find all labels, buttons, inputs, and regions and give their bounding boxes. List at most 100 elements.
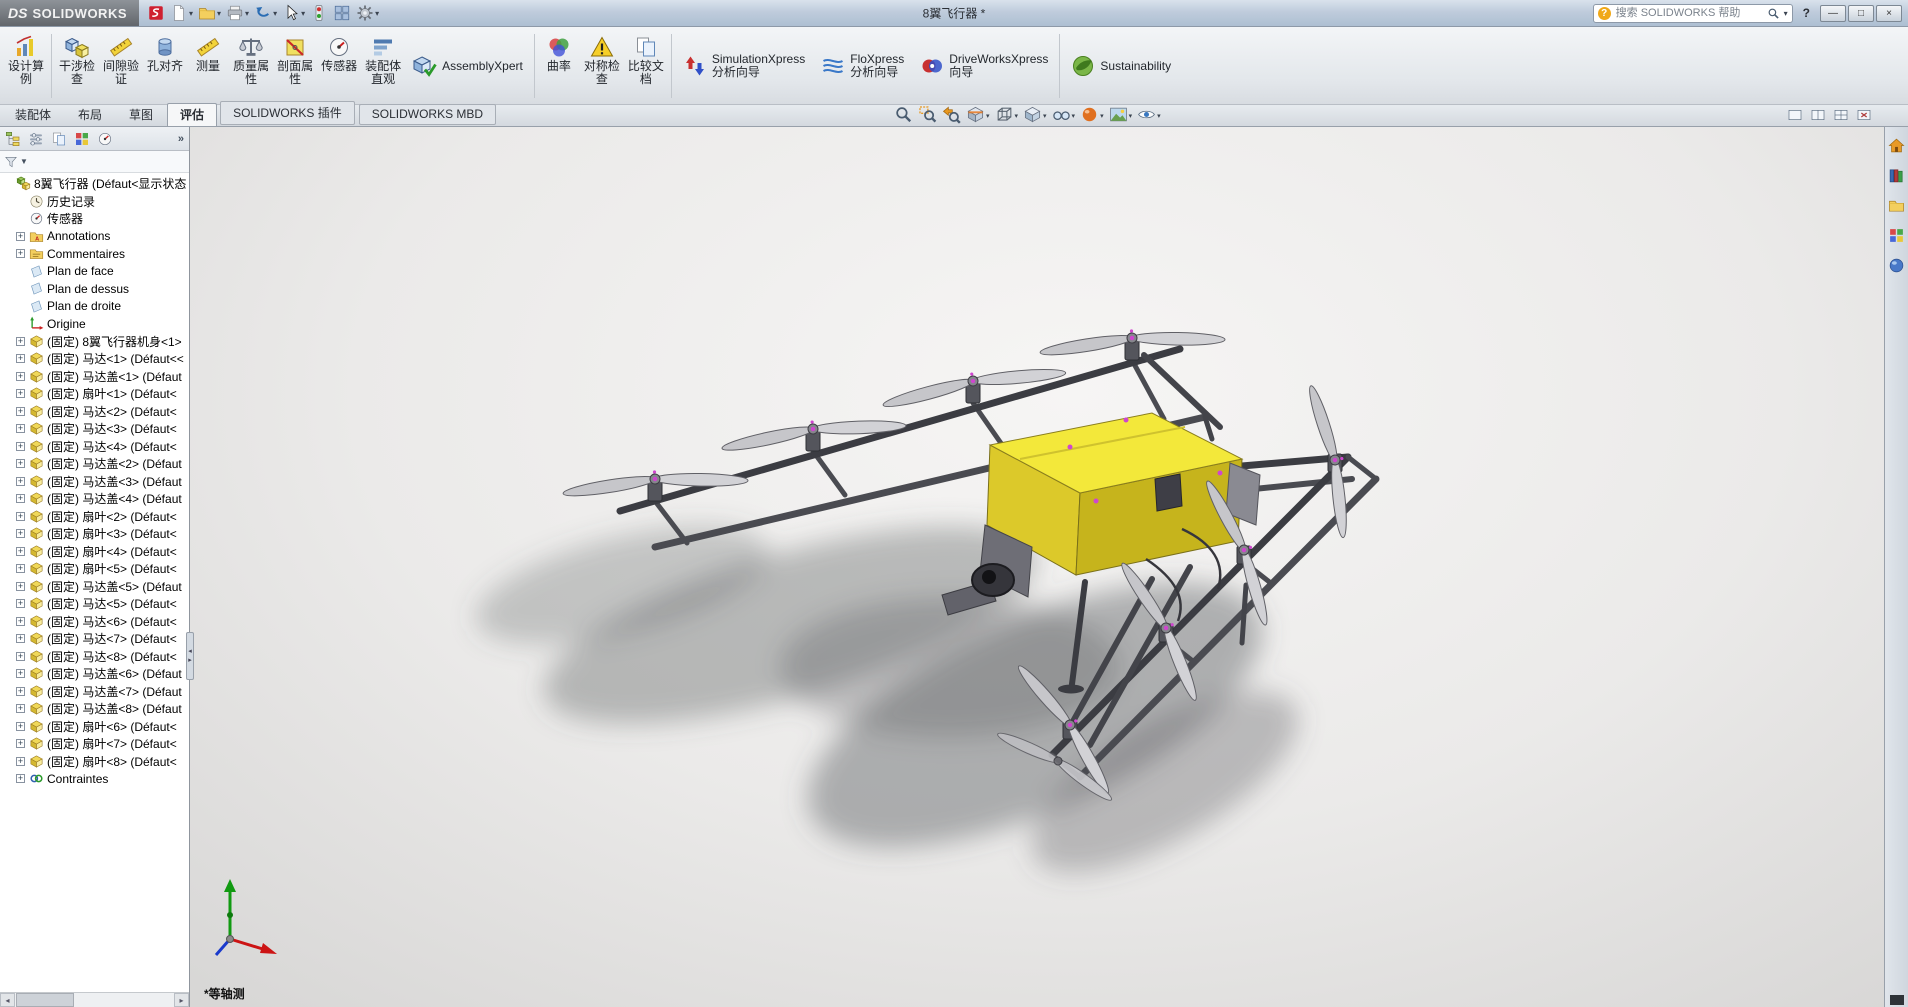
hide-show-items-button[interactable]: ▾ bbox=[1050, 105, 1078, 127]
help-button[interactable]: ? bbox=[1799, 6, 1814, 20]
expand-toggle[interactable]: + bbox=[16, 599, 25, 609]
view-settings-caret[interactable]: ▾ bbox=[1157, 112, 1161, 120]
graphics-viewport[interactable]: *等轴测 bbox=[190, 127, 1884, 1007]
expand-toggle[interactable]: + bbox=[16, 581, 25, 591]
open-document-dropdown-caret[interactable]: ▾ bbox=[217, 9, 221, 18]
undo-button[interactable]: ▾ bbox=[252, 3, 279, 23]
search-box[interactable]: ? ▾ bbox=[1592, 3, 1793, 23]
expand-toggle[interactable]: + bbox=[16, 459, 25, 469]
close-group-button[interactable] bbox=[1854, 107, 1874, 126]
expand-toggle[interactable]: + bbox=[16, 774, 25, 784]
expand-toggle[interactable]: + bbox=[16, 441, 25, 451]
expand-toggle[interactable]: + bbox=[16, 616, 25, 626]
design-library-button[interactable] bbox=[1887, 165, 1907, 185]
search-input[interactable] bbox=[1613, 6, 1764, 20]
tree-item[interactable]: Origine bbox=[0, 315, 189, 333]
expand-toggle[interactable]: + bbox=[16, 494, 25, 504]
expand-toggle[interactable]: + bbox=[16, 546, 25, 556]
display-style-caret[interactable]: ▾ bbox=[1043, 112, 1047, 120]
viewport-single-button[interactable] bbox=[1785, 107, 1805, 126]
simulationxpress-wizard-button[interactable]: SimulationXpress 分析向导 bbox=[675, 30, 813, 102]
compare-documents-button[interactable]: 比较文 档 bbox=[624, 30, 668, 102]
symmetry-check-button[interactable]: 对称检 查 bbox=[580, 30, 624, 102]
tree-item[interactable]: Plan de dessus bbox=[0, 280, 189, 298]
tree-item[interactable]: + (固定) 扇叶<5> (Défaut< bbox=[0, 560, 189, 578]
options-dropdown-caret[interactable]: ▾ bbox=[375, 9, 379, 18]
expand-panel-chevrons[interactable]: » bbox=[178, 133, 186, 145]
expand-toggle[interactable]: + bbox=[16, 669, 25, 679]
drone-body[interactable] bbox=[941, 412, 1261, 616]
command-tab[interactable]: SOLIDWORKS 插件 bbox=[220, 101, 355, 125]
select-dropdown-caret[interactable]: ▾ bbox=[301, 9, 305, 18]
tree-item[interactable]: + (固定) 扇叶<8> (Défaut< bbox=[0, 753, 189, 771]
previous-view-button[interactable] bbox=[940, 105, 963, 127]
viewport-two-button[interactable] bbox=[1808, 107, 1828, 126]
tree-item[interactable]: + (固定) 马达盖<6> (Défaut bbox=[0, 665, 189, 683]
tree-item[interactable]: + (固定) 马达<3> (Défaut< bbox=[0, 420, 189, 438]
tree-item[interactable]: Plan de droite bbox=[0, 298, 189, 316]
file-properties-button[interactable] bbox=[331, 3, 353, 23]
tree-item[interactable]: + (固定) 马达盖<4> (Défaut bbox=[0, 490, 189, 508]
tree-item[interactable]: + A Annotations bbox=[0, 228, 189, 246]
tree-item[interactable]: Plan de face bbox=[0, 263, 189, 281]
propertymanager-tab[interactable] bbox=[26, 129, 46, 149]
tree-item[interactable]: + (固定) 扇叶<4> (Défaut< bbox=[0, 543, 189, 561]
driveworksxpress-wizard-button[interactable]: DriveWorksXpress 向导 bbox=[912, 30, 1056, 102]
tree-item[interactable]: + (固定) 马达<5> (Défaut< bbox=[0, 595, 189, 613]
tree-item[interactable]: 历史记录 bbox=[0, 193, 189, 211]
tree-item[interactable]: + (固定) 扇叶<1> (Défaut< bbox=[0, 385, 189, 403]
edit-appearance-caret[interactable]: ▾ bbox=[1100, 112, 1104, 120]
interference-check-button[interactable]: 干涉检 查 bbox=[55, 30, 99, 102]
view-settings-button[interactable]: ▾ bbox=[1135, 105, 1163, 127]
print-dropdown-caret[interactable]: ▾ bbox=[245, 9, 249, 18]
expand-toggle[interactable]: + bbox=[16, 721, 25, 731]
command-tab[interactable]: 评估 bbox=[167, 103, 218, 126]
expand-toggle[interactable]: + bbox=[16, 704, 25, 714]
expand-toggle[interactable]: + bbox=[16, 756, 25, 766]
new-document-dropdown-caret[interactable]: ▾ bbox=[189, 9, 193, 18]
hide-show-items-caret[interactable]: ▾ bbox=[1072, 112, 1076, 120]
tree-item[interactable]: + (固定) 马达<8> (Défaut< bbox=[0, 648, 189, 666]
tree-item[interactable]: + (固定) 马达<1> (Défaut<< bbox=[0, 350, 189, 368]
solidworks-resources-button[interactable] bbox=[1887, 135, 1907, 155]
tree-item[interactable]: + (固定) 马达盖<1> (Défaut bbox=[0, 368, 189, 386]
hole-alignment-button[interactable]: 孔对齐 bbox=[143, 30, 187, 102]
tree-item[interactable]: + (固定) 扇叶<2> (Défaut< bbox=[0, 508, 189, 526]
expand-toggle[interactable]: + bbox=[16, 651, 25, 661]
expand-toggle[interactable]: + bbox=[16, 371, 25, 381]
edit-appearance-button[interactable]: ▾ bbox=[1078, 105, 1106, 127]
expand-toggle[interactable]: + bbox=[16, 564, 25, 574]
tree-item[interactable]: 传感器 bbox=[0, 210, 189, 228]
tree-item[interactable]: 8翼飞行器 (Défaut<显示状态 bbox=[0, 175, 189, 193]
section-view-button[interactable]: ▾ bbox=[964, 105, 992, 127]
options-button[interactable]: ▾ bbox=[354, 3, 381, 23]
expand-toggle[interactable]: + bbox=[16, 231, 25, 241]
tree-item[interactable]: + (固定) 8翼飞行器机身<1> bbox=[0, 333, 189, 351]
curvature-button[interactable]: 曲率 bbox=[538, 30, 580, 102]
search-dropdown-caret[interactable]: ▾ bbox=[1784, 9, 1788, 18]
tree-item[interactable]: + (固定) 马达盖<5> (Défaut bbox=[0, 578, 189, 596]
measure-button[interactable]: 测量 bbox=[187, 30, 229, 102]
drone-model[interactable] bbox=[190, 127, 1884, 1007]
select-button[interactable]: ▾ bbox=[280, 3, 307, 23]
expand-toggle[interactable]: + bbox=[16, 529, 25, 539]
expand-toggle[interactable]: + bbox=[16, 634, 25, 644]
tree-item[interactable]: + Contraintes bbox=[0, 770, 189, 788]
expand-toggle[interactable]: + bbox=[16, 686, 25, 696]
expand-toggle[interactable]: + bbox=[16, 249, 25, 259]
maximize-button[interactable]: □ bbox=[1848, 4, 1874, 22]
tree-item[interactable]: + (固定) 马达<6> (Défaut< bbox=[0, 613, 189, 631]
new-document-button[interactable]: ▾ bbox=[168, 3, 195, 23]
command-tab[interactable]: SOLIDWORKS MBD bbox=[358, 104, 497, 125]
design-study-button[interactable]: 设计算 例 bbox=[4, 30, 48, 102]
view-orientation-button[interactable]: ▾ bbox=[993, 105, 1021, 127]
assembly-visualization-button[interactable]: 装配体 直观 bbox=[361, 30, 405, 102]
command-tab[interactable]: 草图 bbox=[116, 103, 166, 126]
tree-item[interactable]: + (固定) 马达盖<8> (Défaut bbox=[0, 700, 189, 718]
assemblyxpert-button[interactable]: AssemblyXpert bbox=[405, 30, 531, 102]
command-tab[interactable]: 布局 bbox=[65, 103, 115, 126]
clearance-verification-button[interactable]: 间隙验 证 bbox=[99, 30, 143, 102]
tree-item[interactable]: + (固定) 马达盖<3> (Défaut bbox=[0, 473, 189, 491]
expand-toggle[interactable]: + bbox=[16, 389, 25, 399]
tree-filter-bar[interactable]: ▼ bbox=[0, 151, 189, 173]
